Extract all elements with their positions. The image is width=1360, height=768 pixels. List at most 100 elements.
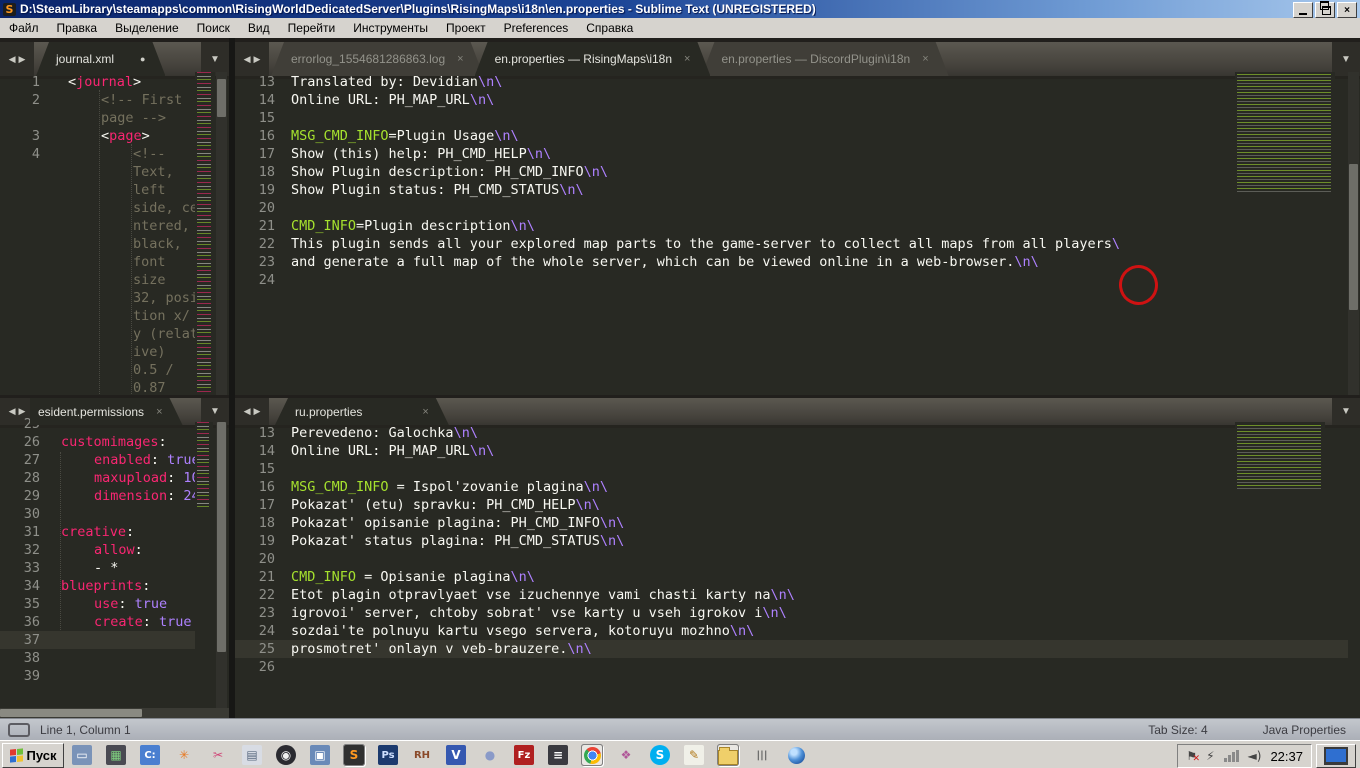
netcut-icon[interactable]: ✂: [208, 745, 228, 765]
code-line[interactable]: 21CMD_INFO = Opisanie plagina\n\: [235, 568, 1360, 586]
code-line[interactable]: 21CMD_INFO=Plugin description\n\: [235, 217, 1360, 235]
tab-nav-right-icon[interactable]: ▶: [254, 54, 261, 65]
close-button[interactable]: ×: [1337, 2, 1357, 18]
sublime-text-icon[interactable]: S: [344, 745, 364, 765]
code-line[interactable]: 16MSG_CMD_INFO = Ispol'zovanie plagina\n…: [235, 478, 1360, 496]
code-line[interactable]: 23igrovoi' server, chtoby sobrat' vse ka…: [235, 604, 1360, 622]
tab-size-indicator[interactable]: Tab Size: 4: [1148, 723, 1207, 737]
code-line[interactable]: 18Show Plugin description: PH_CMD_INFO\n…: [235, 163, 1360, 181]
menu-item-поиск[interactable]: Поиск: [188, 19, 239, 37]
calculator-icon[interactable]: ▤: [242, 745, 262, 765]
chrome-icon[interactable]: [582, 745, 602, 765]
code-line[interactable]: 37: [0, 631, 229, 649]
menu-item-проект[interactable]: Проект: [437, 19, 495, 37]
vintage-mode-icon[interactable]: [8, 723, 30, 737]
menu-item-файл[interactable]: Файл: [0, 19, 48, 37]
menu-item-выделение[interactable]: Выделение: [106, 19, 188, 37]
code-line[interactable]: 13Perevedeno: Galochka\n\: [235, 424, 1360, 442]
skype-icon[interactable]: S: [650, 745, 670, 765]
code-line[interactable]: 22Etot plagin otpravlyaet vse izuchennye…: [235, 586, 1360, 604]
scrollbar-horizontal[interactable]: [0, 708, 229, 718]
code-line[interactable]: 14Online URL: PH_MAP_URL\n\: [235, 91, 1360, 109]
code-line[interactable]: 18Pokazat' opisanie plagina: PH_CMD_INFO…: [235, 514, 1360, 532]
code-line[interactable]: 14Online URL: PH_MAP_URL\n\: [235, 442, 1360, 460]
code-bottom-left[interactable]: 2526customimages:27enabled: true28maxupl…: [0, 422, 229, 718]
diamond-icon[interactable]: ❖: [616, 745, 636, 765]
code-line[interactable]: 22This plugin sends all your explored ma…: [235, 235, 1360, 253]
menu-item-правка[interactable]: Правка: [48, 19, 107, 37]
minimize-button[interactable]: [1293, 2, 1313, 18]
code-line[interactable]: 15: [235, 109, 1360, 127]
minimap[interactable]: [195, 72, 215, 395]
menu-item-preferences[interactable]: Preferences: [495, 19, 578, 37]
globe-icon[interactable]: [786, 745, 806, 765]
tab-journal-xml[interactable]: journal.xml ●: [36, 42, 165, 76]
code-line[interactable]: 23and generate a full map of the whole s…: [235, 253, 1360, 271]
window-titlebar[interactable]: S D:\SteamLibrary\steamapps\common\Risin…: [0, 0, 1360, 18]
discord-icon[interactable]: ●: [480, 745, 500, 765]
network-signal-icon[interactable]: [1224, 750, 1239, 762]
tab-en-properties-discordplugin[interactable]: en.properties — DiscordPlugin\i18n ×: [701, 42, 948, 76]
minimap[interactable]: [1235, 72, 1335, 395]
tab-overflow-icon[interactable]: ▼: [201, 42, 229, 76]
window-icon[interactable]: ▣: [310, 745, 330, 765]
menu-item-перейти[interactable]: Перейти: [279, 19, 345, 37]
close-tab-icon[interactable]: ×: [457, 53, 463, 65]
code-line[interactable]: 16MSG_CMD_INFO=Plugin Usage\n\: [235, 127, 1360, 145]
close-tab-icon[interactable]: ×: [422, 406, 428, 418]
code-line[interactable]: 17Pokazat' (etu) spravku: PH_CMD_HELP\n\: [235, 496, 1360, 514]
tab-ru-properties[interactable]: ru.properties ×: [275, 398, 449, 425]
close-tab-icon[interactable]: ×: [684, 53, 690, 65]
notepad-icon[interactable]: ✎: [684, 745, 704, 765]
code-line[interactable]: 20: [235, 550, 1360, 568]
menu-item-инструменты[interactable]: Инструменты: [344, 19, 437, 37]
volume-icon[interactable]: ◄): [1248, 749, 1262, 763]
show-desktop-button[interactable]: [1316, 744, 1356, 768]
start-button[interactable]: Пуск: [2, 743, 64, 768]
code-top-right[interactable]: 13Translated by: Devidian\n\14Online URL…: [235, 72, 1360, 395]
tab-nav-left-icon[interactable]: ◀: [244, 406, 251, 417]
action-center-flag-icon[interactable]: ⚑✕: [1186, 749, 1197, 763]
tab-resident-permissions[interactable]: esident.permissions ×: [30, 398, 183, 425]
menu-item-вид[interactable]: Вид: [239, 19, 279, 37]
code-line[interactable]: 15: [235, 460, 1360, 478]
code-line[interactable]: 38: [0, 649, 229, 667]
folder-icon[interactable]: [718, 745, 738, 765]
tab-errorlog[interactable]: errorlog_1554681286863.log ×: [271, 42, 484, 76]
code-line[interactable]: 24sozdai'te polnuyu kartu vsego servera,…: [235, 622, 1360, 640]
minimap[interactable]: [1235, 422, 1325, 582]
syntax-indicator[interactable]: Java Properties: [1263, 723, 1346, 737]
steam-icon[interactable]: ◉: [276, 745, 296, 765]
code-line[interactable]: 26: [235, 658, 1360, 676]
console-icon[interactable]: C:: [140, 745, 160, 765]
robohelp-icon[interactable]: RH: [412, 745, 432, 765]
code-bottom-right[interactable]: 13Perevedeno: Galochka\n\14Online URL: P…: [235, 422, 1360, 718]
code-line[interactable]: 25prosmotret' onlayn v veb-brauzere.\n\: [235, 640, 1360, 658]
menu-item-справка[interactable]: Справка: [577, 19, 642, 37]
filezilla-icon[interactable]: Fz: [514, 745, 534, 765]
scrollbar-vertical[interactable]: [216, 422, 227, 708]
code-line[interactable]: 19Show Plugin status: PH_CMD_STATUS\n\: [235, 181, 1360, 199]
photoshop-icon[interactable]: Ps: [378, 745, 398, 765]
tab-nav-left-icon[interactable]: ◀: [244, 54, 251, 65]
remote-desktop-icon[interactable]: ▦: [106, 745, 126, 765]
code-line[interactable]: 13Translated by: Devidian\n\: [235, 73, 1360, 91]
media-window-icon[interactable]: ▭: [72, 745, 92, 765]
spider-icon[interactable]: ✳: [174, 745, 194, 765]
close-tab-icon[interactable]: ×: [922, 53, 928, 65]
code-line[interactable]: 20: [235, 199, 1360, 217]
tab-nav-left-icon[interactable]: ◀: [9, 54, 16, 65]
code-line[interactable]: 24: [235, 271, 1360, 289]
bars-icon[interactable]: |||: [752, 745, 772, 765]
tab-nav-right-icon[interactable]: ▶: [254, 406, 261, 417]
vim-icon[interactable]: V: [446, 745, 466, 765]
scrollbar-vertical[interactable]: [216, 72, 227, 395]
close-tab-icon[interactable]: ×: [156, 406, 162, 418]
code-top-left[interactable]: 1<journal>2<!-- Firstpage -->3<page>4<!-…: [0, 72, 229, 395]
scrollbar-vertical[interactable]: [1348, 72, 1359, 395]
database-icon[interactable]: ≡: [548, 745, 568, 765]
minimap[interactable]: [195, 422, 213, 622]
restore-button[interactable]: [1315, 2, 1335, 18]
tab-nav-right-icon[interactable]: ▶: [19, 54, 26, 65]
code-line[interactable]: 17Show (this) help: PH_CMD_HELP\n\: [235, 145, 1360, 163]
